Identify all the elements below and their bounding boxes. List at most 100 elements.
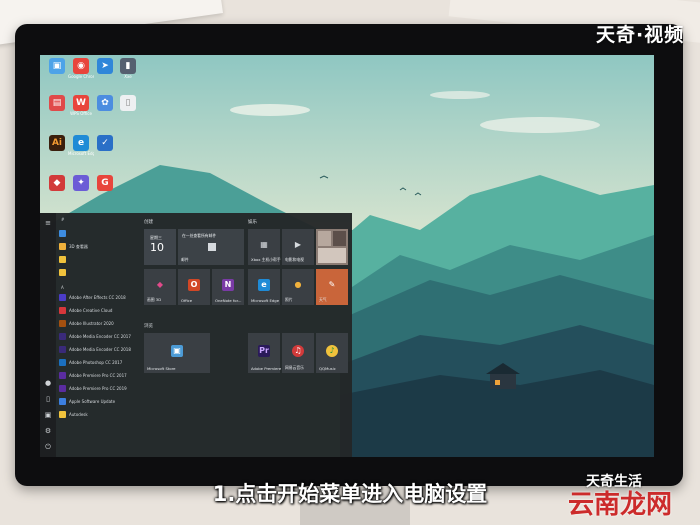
film-icon: ▶ <box>294 239 302 249</box>
xbox-tile[interactable]: ▦ Xbox 主机小帮手 <box>248 229 281 265</box>
chrome-icon: ◉ <box>73 58 89 74</box>
app-list: # 3D 查看器 A Adobe After Effects CC 2018 A… <box>57 213 139 457</box>
media-encoder-icon <box>59 346 66 353</box>
video-logo: 天奇·视频 <box>596 24 685 46</box>
shield-check-icon: ✓ <box>97 135 113 151</box>
blank-file-icon: ▯ <box>120 95 136 111</box>
photo-collage-tile[interactable] <box>316 229 348 265</box>
app-row[interactable]: Adobe Photoshop CC 2017 <box>59 358 139 368</box>
app-row[interactable] <box>59 255 139 265</box>
desktop-icon[interactable]: ◆ <box>44 175 70 191</box>
app-row[interactable]: Adobe Creative Cloud <box>59 306 139 316</box>
photos-tile[interactable]: ● 照片 <box>282 269 314 305</box>
red-app-icon: ◆ <box>49 175 65 191</box>
folder-icon <box>59 411 66 418</box>
qqmusic-icon: ♪ <box>326 344 338 357</box>
office-tile[interactable]: O Office <box>178 269 210 305</box>
illustrator-icon <box>59 320 66 327</box>
arrow-app-icon: ➤ <box>97 58 113 74</box>
desktop-icon[interactable]: Ai <box>44 135 70 151</box>
group-letter-a[interactable]: A <box>61 285 64 290</box>
paint3d-tile[interactable]: ◆ 画图 3D <box>144 269 176 305</box>
purple-app-icon: ✦ <box>73 175 89 191</box>
edge-icon: e <box>73 135 89 151</box>
desktop-icon[interactable]: ▤ <box>44 95 70 111</box>
calendar-tile[interactable]: 星期三 10 <box>144 229 176 265</box>
edge-tile[interactable]: e Microsoft Edge <box>248 269 280 305</box>
desktop-icon[interactable]: ◉ Google Chrome <box>68 58 94 79</box>
netease-music-icon: ♫ <box>292 344 304 357</box>
pictures-icon[interactable]: ▣ <box>44 411 52 419</box>
desktop-app-icon: ▣ <box>49 58 65 74</box>
app-row[interactable]: Apple Software Update <box>59 397 139 407</box>
mail-title: 在一处查看所有邮件 <box>182 233 217 238</box>
netease-music-tile[interactable]: ♫ 网易云音乐 <box>282 333 314 373</box>
power-icon[interactable]: ⏻ <box>44 443 52 451</box>
hamburger-icon[interactable]: ≡ <box>44 219 52 227</box>
weather-tile[interactable]: ✎ 天气 <box>316 269 348 305</box>
settings-gear-icon[interactable]: ⚙ <box>44 427 52 435</box>
desktop-icon[interactable]: ▯ <box>115 95 141 111</box>
section-play: 娱乐 <box>248 220 257 225</box>
group-letter-hash[interactable]: # <box>61 217 64 222</box>
onenote-icon: N <box>222 278 234 291</box>
app-row[interactable]: Adobe Illustrator 2020 <box>59 319 139 329</box>
app-row[interactable] <box>59 268 139 278</box>
start-menu: ≡ ● ▯ ▣ ⚙ ⏻ # 3D 查看器 A Adobe After Effec… <box>40 213 352 457</box>
mail-icon <box>208 243 216 251</box>
app-row[interactable]: 3D 查看器 <box>59 242 139 252</box>
after-effects-icon <box>59 294 66 301</box>
apple-update-icon <box>59 398 66 405</box>
desktop-icon[interactable]: ✦ <box>68 175 94 191</box>
media-encoder-icon <box>59 333 66 340</box>
g-app-icon: G <box>97 175 113 191</box>
start-rail: ≡ ● ▯ ▣ ⚙ ⏻ <box>40 213 56 457</box>
app-row[interactable]: Adobe Media Encoder CC 2018 <box>59 345 139 355</box>
brand-watermark-large: 云南龙网 <box>568 490 673 520</box>
qqmusic-tile[interactable]: ♪ QQMusic <box>316 333 348 373</box>
document-icon[interactable]: ▯ <box>44 395 52 403</box>
office-icon: O <box>188 278 200 291</box>
desktop-screen: ▣ ◉ Google Chrome ➤ ▮ Xxe ▤ W WPS Office… <box>40 55 654 457</box>
desktop-icon[interactable]: e Microsoft Edge <box>68 135 94 156</box>
document-icon: ▤ <box>49 95 65 111</box>
desktop-icon[interactable]: ▮ Xxe <box>115 58 141 79</box>
desktop-icon[interactable]: G <box>92 175 118 191</box>
app-row[interactable]: Adobe Premiere Pro CC 2019 <box>59 384 139 394</box>
photo-thumb <box>318 248 346 263</box>
xbox-icon: ▦ <box>260 239 268 249</box>
desktop-icon[interactable]: ✓ <box>92 135 118 151</box>
movies-tile[interactable]: ▶ 电影和电视 <box>282 229 314 265</box>
folder-icon <box>59 269 66 276</box>
paint3d-icon: ◆ <box>156 279 164 289</box>
app-row[interactable] <box>59 229 139 239</box>
edge-icon: e <box>258 278 270 291</box>
flower-app-icon: ✿ <box>97 95 113 111</box>
section-create: 创建 <box>144 220 153 225</box>
user-avatar-icon[interactable]: ● <box>44 379 52 387</box>
app-icon <box>59 230 66 237</box>
store-bag-icon: ▣ <box>171 344 183 357</box>
wps-icon: W <box>73 95 89 111</box>
app-row[interactable]: Adobe Premiere Pro CC 2017 <box>59 371 139 381</box>
mail-tile[interactable]: 在一处查看所有邮件 邮件 <box>178 229 244 265</box>
store-tile[interactable]: ▣ Microsoft Store <box>144 333 210 373</box>
creative-cloud-icon <box>59 307 66 314</box>
app-row[interactable]: Autodesk <box>59 410 139 420</box>
premiere-icon: Pr <box>258 344 270 357</box>
premiere-icon <box>59 385 66 392</box>
onenote-tile[interactable]: N OneNote for... <box>212 269 244 305</box>
premiere-tile[interactable]: Pr Adobe Premiere Pro... <box>248 333 292 373</box>
app-row[interactable]: Adobe After Effects CC 2018 <box>59 293 139 303</box>
photos-icon: ● <box>294 279 302 289</box>
desktop-icon[interactable]: W WPS Office <box>68 95 94 116</box>
file-icon: ▮ <box>120 58 136 74</box>
app-row[interactable]: Adobe Media Encoder CC 2017 <box>59 332 139 342</box>
photo-thumb <box>333 231 346 246</box>
premiere-icon <box>59 372 66 379</box>
folder-icon <box>59 256 66 263</box>
photo-thumb <box>318 231 331 246</box>
section-browse: 浏览 <box>144 324 153 329</box>
desktop-icon[interactable]: ▣ <box>44 58 70 74</box>
3d-viewer-icon <box>59 243 66 250</box>
